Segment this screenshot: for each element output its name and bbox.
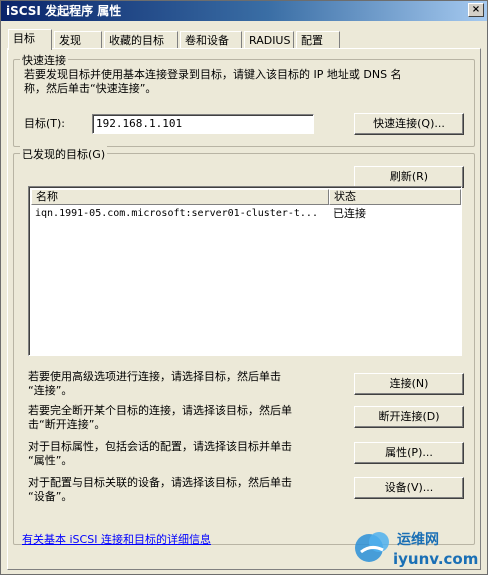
- connect-button[interactable]: 连接(N): [354, 373, 464, 395]
- devices-button[interactable]: 设备(V)...: [354, 477, 464, 499]
- column-header-name[interactable]: 名称: [31, 189, 329, 205]
- quick-connect-button[interactable]: 快速连接(Q)...: [354, 113, 464, 135]
- targets-list[interactable]: 名称 状态 iqn.1991-05.com.microsoft:server01…: [28, 186, 462, 356]
- close-button[interactable]: ×: [468, 3, 484, 17]
- tab-discovery[interactable]: 发现: [54, 31, 102, 49]
- target-input[interactable]: 192.168.1.101: [92, 114, 314, 134]
- tab-configuration[interactable]: 配置: [296, 31, 340, 49]
- refresh-button[interactable]: 刷新(R): [354, 166, 464, 188]
- discovered-targets-title: 已发现的目标(G): [20, 146, 108, 162]
- site-watermark: 运维网 iyunv.com: [355, 531, 478, 568]
- tab-targets[interactable]: 目标: [8, 29, 52, 50]
- quick-connect-group: 快速连接 若要发现目标并使用基本连接登录到目标，请键入该目标的 IP 地址或 D…: [13, 52, 475, 147]
- tab-favorite-targets[interactable]: 收藏的目标: [104, 31, 178, 49]
- properties-dialog: iSCSI 发起程序 属性 × 目标 发现 收藏的目标 卷和设备 RADIUS …: [0, 0, 488, 575]
- window-title: iSCSI 发起程序 属性: [6, 4, 122, 18]
- tab-volumes-devices[interactable]: 卷和设备: [180, 31, 242, 49]
- target-label: 目标(T):: [24, 117, 66, 130]
- list-header: 名称 状态: [31, 189, 461, 205]
- disconnect-button[interactable]: 断开连接(D): [354, 406, 464, 428]
- watermark-cn-text: 运维网: [397, 531, 439, 548]
- title-bar[interactable]: iSCSI 发起程序 属性 ×: [1, 1, 487, 21]
- watermark-en-text: iyunv.com: [393, 550, 478, 568]
- cloud-logo-icon: [355, 532, 389, 562]
- table-row[interactable]: iqn.1991-05.com.microsoft:server01-clust…: [31, 206, 459, 222]
- properties-button[interactable]: 属性(P)...: [354, 442, 464, 464]
- target-status-cell: 已连接: [333, 207, 366, 220]
- target-name-cell: iqn.1991-05.com.microsoft:server01-clust…: [35, 208, 318, 219]
- connect-description: 若要使用高级选项进行连接，请选择目标，然后单击 “连接”。: [28, 370, 281, 397]
- discovered-targets-group: 已发现的目标(G) 刷新(R) 名称 状态 iqn.1991-05.com.mi…: [13, 146, 475, 545]
- disconnect-description: 若要完全断开某个目标的连接，请选择该目标，然后单 击“断开连接”。: [28, 404, 292, 431]
- targets-panel: 快速连接 若要发现目标并使用基本连接登录到目标，请键入该目标的 IP 地址或 D…: [7, 48, 481, 570]
- column-header-status[interactable]: 状态: [329, 189, 461, 205]
- properties-description: 对于目标属性，包括会话的配置，请选择该目标并单击 “属性”。: [28, 440, 292, 467]
- close-icon: ×: [471, 4, 481, 15]
- devices-description: 对于配置与目标关联的设备，请选择该目标，然后单击 “设备”。: [28, 476, 292, 503]
- iscsi-help-link[interactable]: 有关基本 iSCSI 连接和目标的详细信息: [22, 531, 211, 547]
- quick-connect-description: 若要发现目标并使用基本连接登录到目标，请键入该目标的 IP 地址或 DNS 名 …: [24, 68, 402, 95]
- tab-radius[interactable]: RADIUS: [244, 31, 294, 49]
- quick-connect-title: 快速连接: [20, 52, 68, 68]
